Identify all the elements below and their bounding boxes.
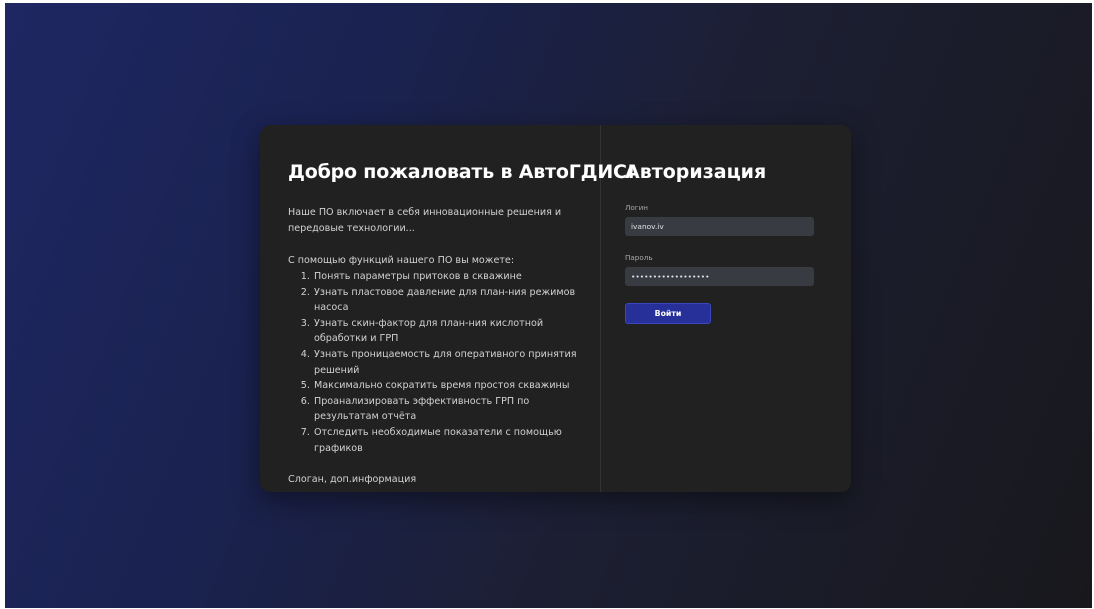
- slogan-text: Слоган, доп.информация: [288, 474, 417, 486]
- password-label: Пароль: [625, 253, 653, 262]
- auth-title: Авторизация: [625, 161, 767, 183]
- feature-item: Узнать скин-фактор для план-ния кислотно…: [313, 316, 580, 347]
- feature-item: Узнать проницаемость для оперативного пр…: [313, 347, 580, 378]
- login-field-group: Логин: [625, 203, 829, 236]
- login-input[interactable]: [625, 217, 814, 236]
- feature-item: Проанализировать эффективность ГРП по ре…: [313, 394, 580, 425]
- feature-item: Максимально сократить время простоя сква…: [313, 378, 580, 394]
- welcome-title: Добро пожаловать в АвтоГДИС!: [288, 161, 636, 183]
- login-label: Логин: [625, 203, 648, 212]
- auth-panel: Авторизация Логин Пароль Войти: [601, 125, 851, 492]
- intro-text: Наше ПО включает в себя инновационные ре…: [288, 207, 562, 234]
- feature-item: Отследить необходимые показатели с помощ…: [313, 425, 580, 456]
- app-screen: Добро пожаловать в АвтоГДИС! Наше ПО вкл…: [5, 3, 1092, 608]
- password-field-group: Пароль: [625, 253, 829, 286]
- feature-item: Понять параметры притоков в скважине: [313, 269, 580, 285]
- feature-item: Узнать пластовое давление для план-ния р…: [313, 285, 580, 316]
- features-heading: С помощью функций нашего ПО вы можете:: [288, 255, 515, 266]
- password-input[interactable]: [625, 267, 814, 286]
- welcome-panel: Добро пожаловать в АвтоГДИС! Наше ПО вкл…: [260, 125, 636, 492]
- features-list: Понять параметры притоков в скважине Узн…: [288, 269, 580, 456]
- welcome-auth-card: Добро пожаловать в АвтоГДИС! Наше ПО вкл…: [260, 125, 851, 492]
- login-button[interactable]: Войти: [625, 303, 711, 324]
